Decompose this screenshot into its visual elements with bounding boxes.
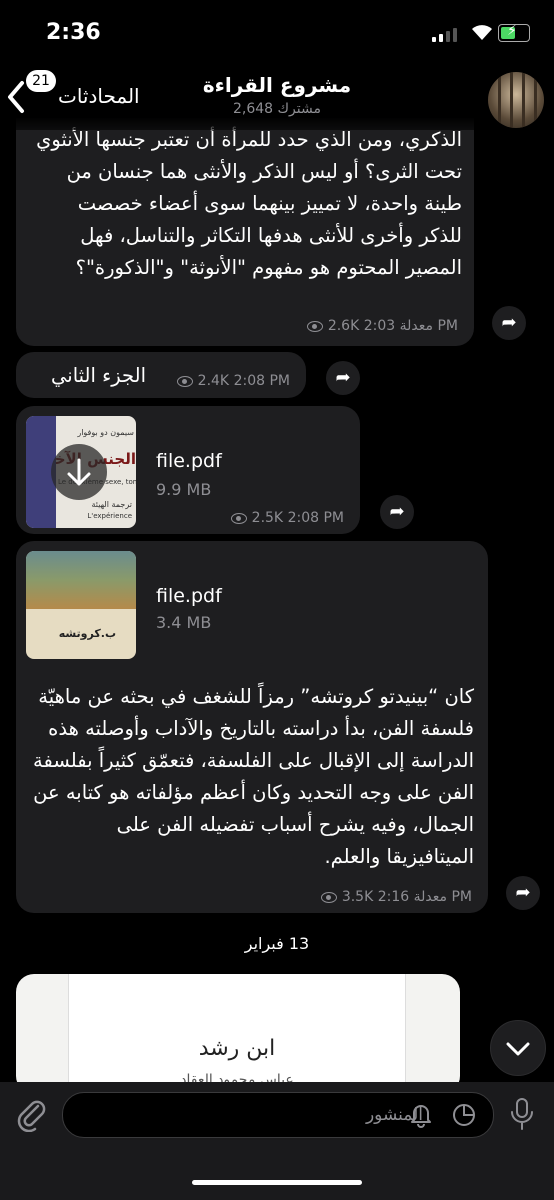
view-count: 2.5K: [251, 510, 284, 526]
message-meta: 2.5K 2:08 PM: [230, 510, 344, 526]
message-text: الجزء الثاني: [51, 364, 146, 387]
microphone-icon[interactable]: [508, 1096, 536, 1136]
edited-label: معدلة: [399, 318, 434, 334]
edited-label: معدلة: [413, 889, 448, 905]
wifi-icon: [470, 22, 494, 47]
download-button[interactable]: [51, 444, 107, 500]
battery-icon: ⚡: [498, 23, 530, 42]
cover-painting: [26, 551, 136, 609]
channel-avatar[interactable]: [488, 72, 544, 128]
book-page: ابن رشد عباس محمود العقاد: [68, 974, 406, 1094]
pdf-cover-thumbnail[interactable]: ب.كروتشه: [26, 551, 136, 659]
view-count: 2.6K: [327, 318, 360, 334]
message-text: كان “بينيدتو كروتشه” رمزاً للشغف في بحثه…: [33, 685, 474, 868]
channel-title[interactable]: مشروع القراءة: [0, 73, 554, 97]
pdf-cover-thumbnail[interactable]: سيمون دو بوفوار الجنس الآخر Le deuxième …: [26, 416, 136, 528]
share-button[interactable]: ➦: [326, 361, 360, 395]
download-arrow-icon: [67, 458, 91, 486]
message-meta: 2.6K معدلة 2:03 PM: [306, 318, 458, 334]
share-button[interactable]: ➦: [380, 495, 414, 529]
message-time: 2:08 PM: [233, 373, 290, 389]
bell-icon[interactable]: [409, 1102, 433, 1132]
file-name: file.pdf: [156, 450, 222, 472]
book-title: ابن رشد: [198, 1036, 276, 1061]
cover-title: ب.كروتشه: [58, 627, 116, 640]
message-meta: 2.4K 2:08 PM: [176, 373, 290, 389]
status-time: 2:36: [46, 20, 101, 45]
sticker-icon[interactable]: [451, 1102, 477, 1132]
scroll-down-button[interactable]: [490, 1020, 546, 1076]
cover-line: ترجمة الهيئة: [91, 500, 132, 509]
image-message[interactable]: ابن رشد عباس محمود العقاد: [16, 974, 460, 1094]
subscriber-count: 2,648 مشترك: [232, 101, 321, 117]
cellular-signal-icon: [432, 28, 460, 42]
share-button[interactable]: ➦: [492, 306, 526, 340]
views-icon: [230, 512, 247, 524]
share-button[interactable]: ➦: [506, 876, 540, 910]
date-separator: 13 فبراير: [244, 934, 310, 953]
home-indicator: [192, 1180, 362, 1185]
message-bubble[interactable]: الجزء الثاني 2.4K 2:08 PM: [16, 352, 306, 398]
cover-author: سيمون دو بوفوار: [77, 428, 134, 437]
file-size: 9.9 MB: [156, 480, 212, 499]
message-bubble[interactable]: سيمون دو بوفوار الجنس الآخر Le deuxième …: [16, 406, 360, 534]
view-count: 3.5K: [341, 889, 374, 905]
attach-icon[interactable]: [14, 1096, 48, 1136]
views-icon: [306, 320, 323, 332]
file-size: 3.4 MB: [156, 613, 212, 632]
file-name: file.pdf: [156, 585, 222, 607]
message-meta: 3.5K معدلة 2:16 PM: [320, 889, 472, 905]
post-input[interactable]: المنشور: [62, 1092, 494, 1138]
post-input-placeholder: المنشور: [365, 1105, 423, 1125]
view-count: 2.4K: [197, 373, 230, 389]
chevron-down-icon: [506, 1042, 530, 1056]
views-icon: [320, 891, 337, 903]
message-bubble[interactable]: ب.كروتشه file.pdf 3.4 MB كان “بينيدتو كر…: [16, 541, 488, 913]
message-bubble[interactable]: الذكري، ومن الذي حدد للمرأة أن تعتبر جنس…: [16, 118, 474, 346]
message-text: الذكري، ومن الذي حدد للمرأة أن تعتبر جنس…: [36, 128, 462, 279]
views-icon: [176, 375, 193, 387]
cover-line: L'expérience: [87, 512, 132, 520]
message-time: 2:08 PM: [287, 510, 344, 526]
